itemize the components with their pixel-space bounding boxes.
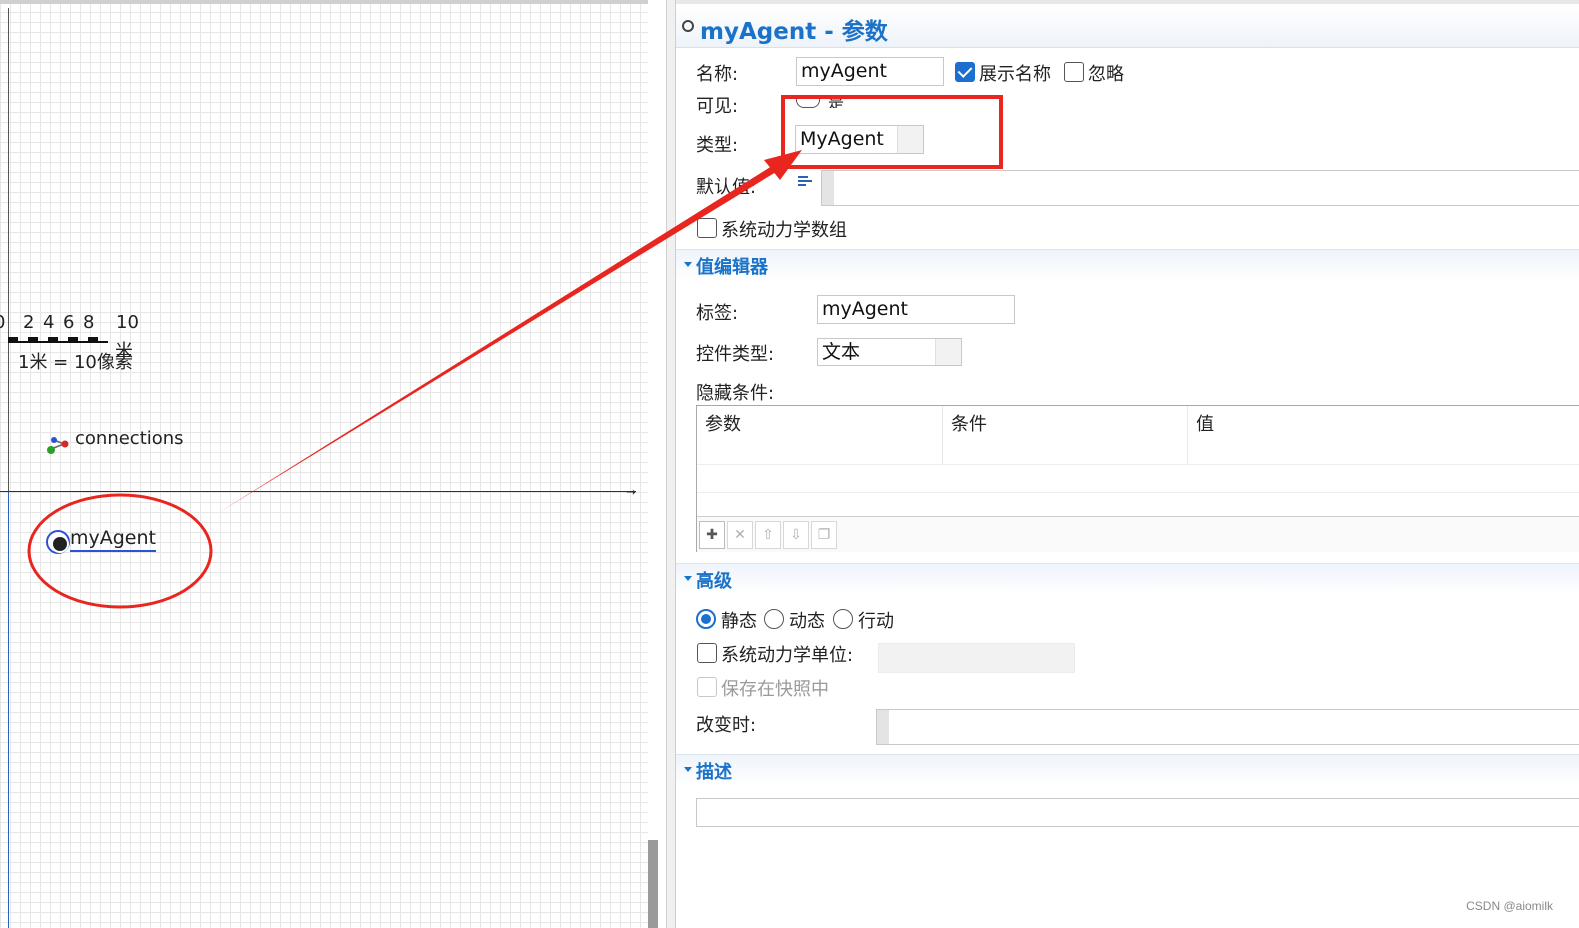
sd-array-checkbox[interactable] [697,218,717,238]
model-canvas[interactable]: ➝ 0 2 4 6 8 10 米 1米 = 10像素 connections m… [0,0,648,928]
section-description-title: 描述 [696,762,732,783]
x-axis-arrow-icon: ➝ [626,485,637,499]
type-label: 类型: [696,135,739,156]
name-label: 名称: [696,64,739,85]
default-value-label: 默认值: [696,177,757,198]
visible-label: 可见: [696,96,739,117]
section-advanced[interactable]: 高级 [676,563,1579,595]
panel-title: myAgent - 参数 [700,19,888,45]
section-advanced-title: 高级 [696,571,732,592]
properties-panel: myAgent - 参数 名称: myAgent 展示名称 忽略 可见: 是 类… [676,0,1579,928]
column-header-condition[interactable]: 条件 [943,406,1188,464]
tag-input[interactable]: myAgent [817,295,1015,324]
connections-icon[interactable] [44,435,72,455]
hide-condition-table[interactable]: 参数 条件 值 ✚ ✕ ⇧ ⇩ ❐ [696,405,1579,552]
type-value: MyAgent [800,128,884,150]
move-down-icon[interactable]: ⇩ [783,521,809,549]
watermark: CSDN @aiomilk [1466,899,1553,913]
control-type-combo[interactable]: 文本 [817,338,962,366]
copy-row-icon[interactable]: ❐ [811,521,837,549]
radio-dynamic-label: 动态 [789,611,825,632]
radio-static[interactable] [696,609,716,629]
radio-action-label: 行动 [858,611,894,632]
sd-unit-label: 系统动力学单位: [721,645,854,666]
radio-static-label: 静态 [721,611,757,632]
radio-dynamic[interactable] [764,609,784,629]
on-change-label: 改变时: [696,715,757,736]
visible-value: 是 [828,93,845,108]
agent-label[interactable]: myAgent [70,527,156,552]
control-type-dropdown-button[interactable] [935,339,961,365]
radio-action[interactable] [833,609,853,629]
collapse-arrow-icon [684,576,692,581]
scale-number: 2 [23,312,35,333]
panel-splitter[interactable] [666,0,676,928]
scale-number: 10 [116,312,139,333]
scale-number: 8 [83,312,95,333]
scale-number: 0 [0,312,5,333]
parameter-icon [682,20,694,32]
ignore-label: 忽略 [1088,64,1124,85]
scale-number: 6 [63,312,75,333]
save-snapshot-checkbox [697,677,717,697]
visible-toggle[interactable] [796,96,820,108]
control-type-value: 文本 [822,341,861,363]
save-snapshot-label: 保存在快照中 [721,679,829,700]
section-value-editor[interactable]: 值编辑器 [676,249,1579,281]
show-name-checkbox[interactable] [955,62,975,82]
tag-label: 标签: [696,303,739,324]
collapse-arrow-icon [684,262,692,267]
connections-label[interactable]: connections [75,428,184,449]
control-type-label: 控件类型: [696,344,775,365]
ignore-checkbox[interactable] [1064,62,1084,82]
on-change-gutter [877,710,889,744]
panel-header: myAgent - 参数 [676,6,1579,48]
collapse-arrow-icon [684,767,692,772]
canvas-y-axis-origin [8,492,9,928]
scale-number: 4 [43,312,55,333]
add-row-icon[interactable]: ✚ [699,521,725,549]
type-dropdown-button[interactable] [897,126,923,153]
table-row-divider [697,464,1579,465]
table-row-divider [697,492,1579,493]
agent-icon[interactable] [46,530,70,554]
code-mode-icon[interactable] [798,175,812,187]
sd-unit-checkbox[interactable] [697,643,717,663]
canvas-x-axis [0,491,636,492]
type-combo[interactable]: MyAgent [795,125,924,154]
delete-row-icon[interactable]: ✕ [727,521,753,549]
section-description[interactable]: 描述 [676,754,1579,786]
description-input[interactable] [696,798,1579,827]
on-change-input[interactable] [876,709,1579,745]
panel-top-border [676,0,1579,4]
move-up-icon[interactable]: ⇧ [755,521,781,549]
sd-unit-input [878,643,1075,673]
table-toolbar: ✚ ✕ ⇧ ⇩ ❐ [697,516,1579,552]
canvas-scrollbar[interactable] [648,840,658,928]
column-header-parameter[interactable]: 参数 [697,406,943,464]
default-value-input[interactable] [821,170,1579,206]
column-header-value[interactable]: 值 [1188,406,1579,464]
default-value-gutter [822,171,834,205]
section-value-editor-title: 值编辑器 [696,257,768,278]
scale-text: 1米 = 10像素 [18,352,133,373]
show-name-label: 展示名称 [979,64,1051,85]
canvas-top-border [0,0,648,4]
hide-condition-label: 隐藏条件: [696,383,775,404]
sd-array-label: 系统动力学数组 [721,220,847,241]
scale-bar[interactable] [8,337,108,343]
name-input[interactable]: myAgent [796,57,944,86]
